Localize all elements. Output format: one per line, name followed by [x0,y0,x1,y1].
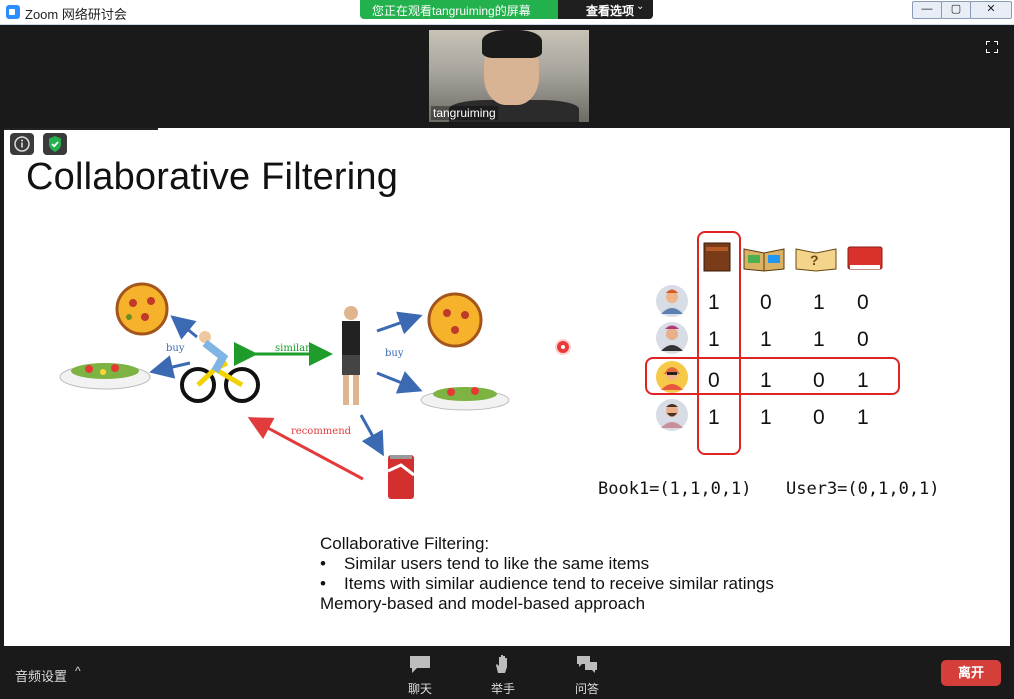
matrix-cell: 0 [813,406,825,429]
matrix-cell: 0 [857,328,869,351]
book1-highlight-box [697,231,741,455]
minimize-button[interactable]: — [912,1,942,19]
matrix-cell: 0 [857,291,869,314]
user3-vector: User3=(0,1,0,1) [786,479,940,499]
participant-name: tangruiming [431,106,498,120]
encryption-shield-icon[interactable] [43,133,67,155]
qa-button[interactable]: 问答 [557,653,617,697]
svg-text:?: ? [810,252,819,268]
meeting-toolbar: 音频设置 ^ 聊天 举手 问答 离开 [0,647,1014,699]
screen-share-banner: 您正在观看tangruiming的屏幕 查看选项 ⌄ [360,0,653,19]
zoom-app-icon [6,5,20,19]
title-bar: Zoom 网络研讨会 您正在观看tangruiming的屏幕 查看选项 ⌄ — … [0,0,1014,25]
person-icon [342,306,360,405]
cyclist-icon [180,331,260,403]
fullscreen-icon[interactable] [986,41,998,53]
collaborative-filtering-diagram [59,282,510,499]
hand-icon [496,655,507,673]
slide-divider [4,128,158,130]
bullet-item: • Similar users tend to like the same ite… [320,554,774,574]
salad-icon [420,387,510,411]
view-options-label: 查看选项 [586,4,635,18]
buy-label: buy [166,343,185,354]
view-options-button[interactable]: 查看选项 ⌄ [558,0,653,19]
chevron-up-icon[interactable]: ^ [75,664,81,678]
salad-icon [59,363,151,390]
question-book-icon: ? [795,248,837,272]
buy-label: buy [385,348,404,359]
matrix-cell: 1 [813,328,825,351]
avatar [656,285,688,317]
similar-label: similar [275,343,310,354]
avatar [656,322,688,354]
chat-button[interactable]: 聊天 [390,653,450,697]
close-button[interactable]: ✕ [970,1,1012,19]
slide-title: Collaborative Filtering [26,156,399,198]
pizza-icon [115,282,169,336]
matrix-cell: 1 [857,406,869,429]
matrix-cell: 0 [760,291,772,314]
matrix-cell: 1 [813,291,825,314]
bullet-mark: • [320,574,326,593]
bullet-item: • Items with similar audience tend to rec… [320,574,774,594]
participant-video[interactable]: tangruiming [429,30,589,122]
audio-settings-button[interactable]: 音频设置 [15,666,67,685]
window-title: Zoom 网络研讨会 [25,7,127,22]
recommend-label: recommend [291,426,352,437]
qa-label: 问答 [574,682,599,696]
body-footer: Memory-based and model-based approach [320,594,646,613]
share-banner-text: 您正在观看tangruiming的屏幕 [372,4,531,18]
body-heading: Collaborative Filtering: [320,534,490,553]
meeting-info-icon[interactable] [10,133,34,155]
raise-hand-label: 举手 [490,682,515,696]
video-strip: tangruiming [4,25,1010,128]
pizza-icon [427,292,483,348]
bullet-text: Similar users tend to like the same item… [344,554,650,573]
user3-highlight-box [645,357,900,395]
bullet-mark: • [320,554,326,573]
bullet-text: Items with similar audience tend to rece… [344,574,774,593]
laser-pointer [557,341,569,353]
chevron-down-icon: ⌄ [636,1,645,12]
participant-hair [482,30,542,58]
book1-vector: Book1=(1,1,0,1) [598,479,752,499]
red-book-icon [847,246,883,270]
chat-label: 聊天 [407,682,432,696]
qa-icon [577,656,597,673]
slide-body-text: Collaborative Filtering: • Similar users … [320,534,774,614]
matrix-cell: 1 [760,328,772,351]
soda-can-icon [387,455,415,499]
raise-hand-button[interactable]: 举手 [473,653,533,697]
leave-button[interactable]: 离开 [941,660,1001,686]
maximize-button[interactable]: ▢ [941,1,971,19]
avatar [656,399,688,431]
matrix-cell: 1 [760,406,772,429]
chat-icon [410,656,430,673]
open-book-icon [743,248,785,272]
